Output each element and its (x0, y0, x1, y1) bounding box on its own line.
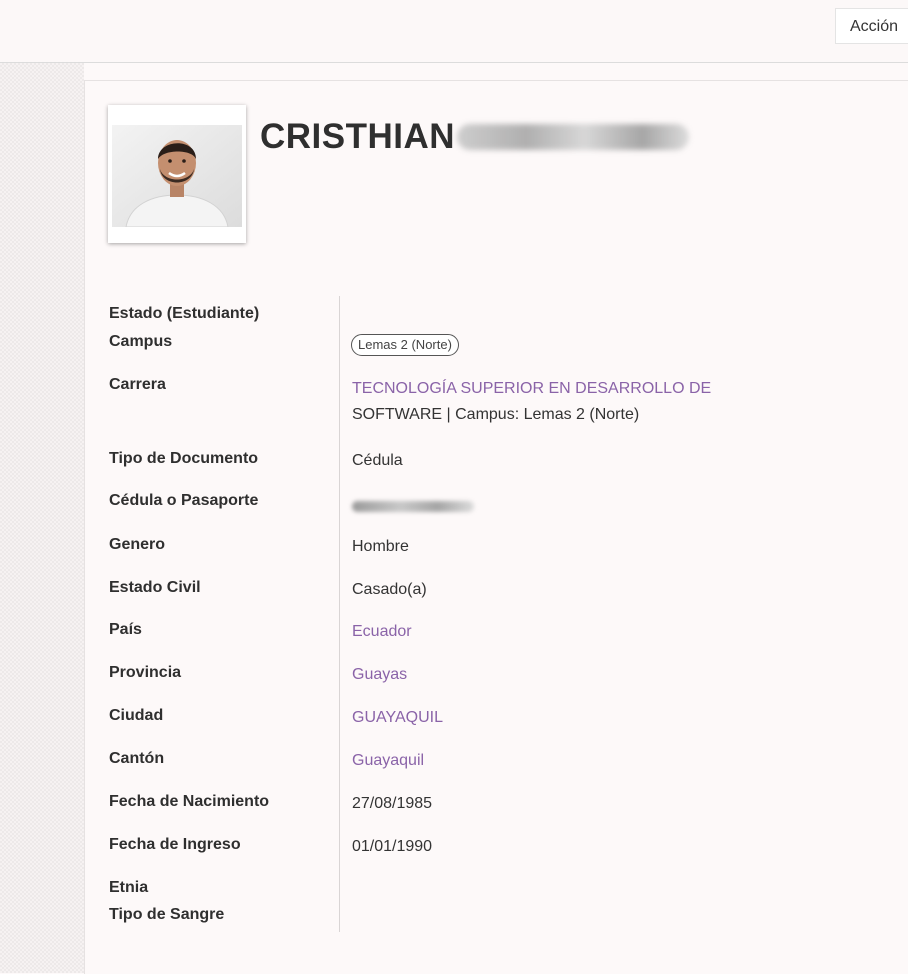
carrera-link[interactable]: TECNOLOGÍA SUPERIOR EN DESARROLLO DE (352, 380, 711, 397)
tipo-documento-value: Cédula (352, 452, 403, 469)
cedula-label: Cédula o Pasaporte (109, 492, 259, 509)
canton-label: Cantón (109, 750, 165, 767)
provincia-link[interactable]: Guayas (352, 666, 407, 684)
fecha-ingreso-label: Fecha de Ingreso (109, 836, 241, 853)
column-divider (339, 296, 340, 932)
avatar[interactable] (108, 105, 246, 243)
ciudad-link[interactable]: GUAYAQUIL (352, 709, 443, 727)
pais-link[interactable]: Ecuador (352, 623, 412, 641)
pais-label: País (109, 621, 142, 638)
action-menu-button[interactable]: Acción (835, 8, 908, 44)
genero-label: Genero (109, 536, 166, 553)
campus-tag[interactable]: Lemas 2 (Norte) (351, 334, 459, 356)
provincia-label: Provincia (109, 664, 182, 681)
student-name-heading: CRISTHIAN (260, 117, 690, 157)
campus-label: Campus (109, 333, 173, 350)
etnia-label: Etnia (109, 879, 149, 896)
tipo-sangre-label: Tipo de Sangre (109, 906, 225, 923)
estado-label: Estado (Estudiante) (109, 305, 260, 322)
canton-link[interactable]: Guayaquil (352, 752, 424, 770)
ciudad-label: Ciudad (109, 707, 164, 724)
student-name: CRISTHIAN (260, 117, 456, 156)
carrera-label: Carrera (109, 376, 166, 393)
fecha-ingreso-value: 01/01/1990 (352, 838, 433, 855)
genero-value: Hombre (352, 538, 409, 555)
estado-civil-value: Casado(a) (352, 581, 427, 598)
fecha-nacimiento-label: Fecha de Nacimiento (109, 793, 270, 810)
carrera-value: TECNOLOGÍA SUPERIOR EN DESARROLLO DE SOF… (352, 376, 872, 428)
left-gutter (0, 63, 84, 973)
carrera-detail: SOFTWARE | Campus: Lemas 2 (Norte) (352, 406, 640, 423)
tipo-documento-label: Tipo de Documento (109, 450, 259, 467)
estado-civil-label: Estado Civil (109, 579, 201, 596)
fecha-nacimiento-value: 27/08/1985 (352, 795, 433, 812)
user-photo-icon (112, 125, 242, 227)
redacted-surname (457, 124, 690, 150)
redacted-cedula-value (352, 501, 474, 512)
top-control-bar: Acción (0, 0, 908, 63)
